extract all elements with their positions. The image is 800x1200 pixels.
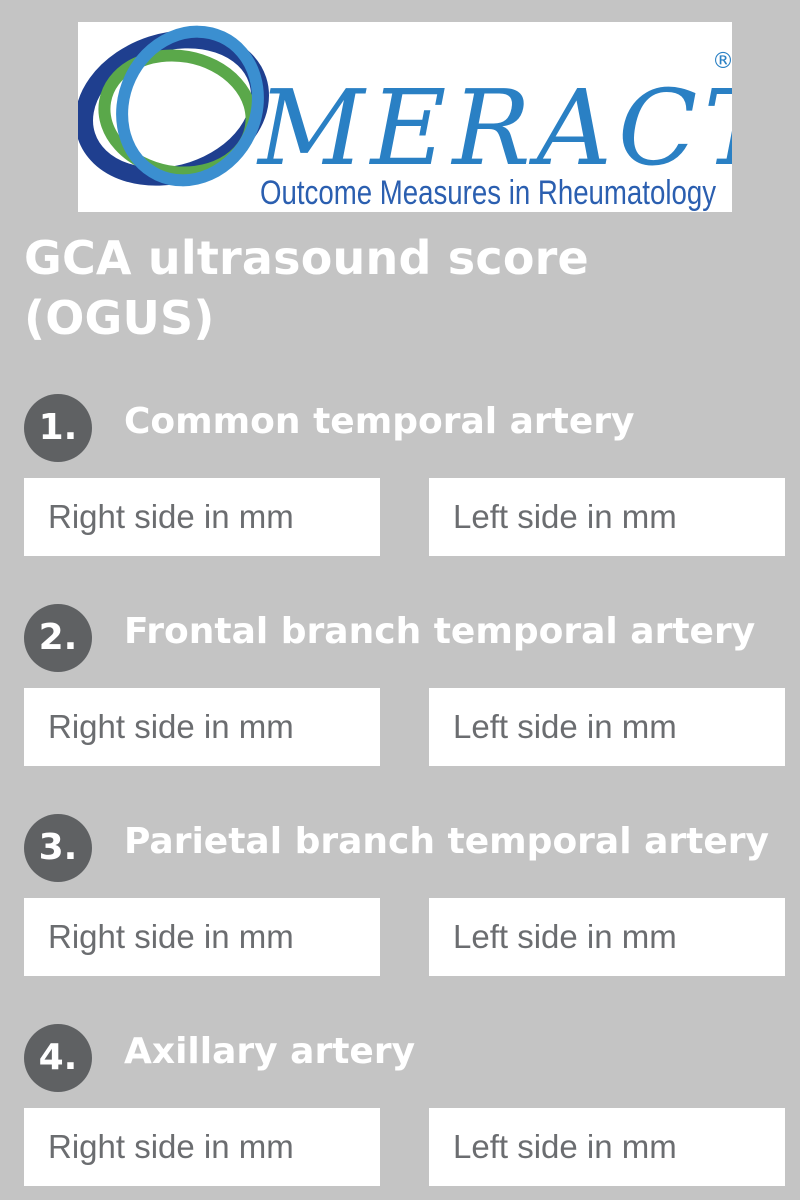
logo-brand: MERACT xyxy=(256,67,732,189)
registered-mark: ® xyxy=(712,49,732,74)
logo-tagline: Outcome Measures in Rheumatology xyxy=(260,174,716,212)
left-side-input[interactable] xyxy=(429,1108,785,1186)
section-number-badge: 4. xyxy=(24,1024,92,1092)
section-number-badge: 3. xyxy=(24,814,92,882)
left-side-input[interactable] xyxy=(429,688,785,766)
omeract-logo: MERACT ® Outcome Measures in Rheumatolog… xyxy=(78,22,732,212)
section-number-badge: 2. xyxy=(24,604,92,672)
page-title: GCA ultrasound score (OGUS) xyxy=(24,231,589,345)
section-number-badge: 1. xyxy=(24,394,92,462)
section-frontal-branch-temporal-artery: 2. Frontal branch temporal artery xyxy=(0,604,800,766)
right-side-input[interactable] xyxy=(24,478,380,556)
right-side-input[interactable] xyxy=(24,898,380,976)
omeract-logo-graphic: MERACT ® Outcome Measures in Rheumatolog… xyxy=(78,25,732,212)
section-title: Axillary artery xyxy=(124,1031,416,1072)
left-side-input[interactable] xyxy=(429,478,785,556)
right-side-input[interactable] xyxy=(24,688,380,766)
section-common-temporal-artery: 1. Common temporal artery xyxy=(0,394,800,556)
section-parietal-branch-temporal-artery: 3. Parietal branch temporal artery xyxy=(0,814,800,976)
left-side-input[interactable] xyxy=(429,898,785,976)
section-title: Parietal branch temporal artery xyxy=(124,821,769,862)
right-side-input[interactable] xyxy=(24,1108,380,1186)
section-title: Common temporal artery xyxy=(124,401,635,442)
section-title: Frontal branch temporal artery xyxy=(124,611,756,652)
section-axillary-artery: 4. Axillary artery xyxy=(0,1024,800,1186)
